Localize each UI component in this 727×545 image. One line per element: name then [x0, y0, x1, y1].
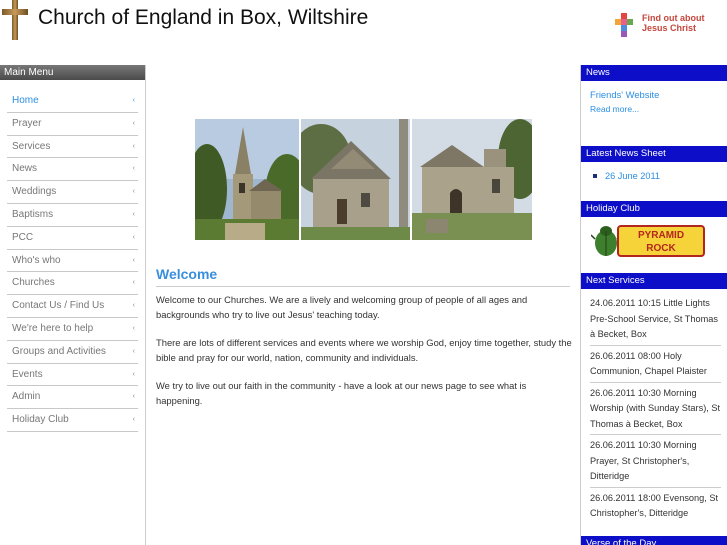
- arrow-left-icon: ‹: [132, 233, 135, 241]
- find-out-about-jesus-link[interactable]: Find out about Jesus Christ: [612, 13, 704, 37]
- menu-item-prayer[interactable]: Prayer ‹: [7, 113, 138, 136]
- menu-item-churches[interactable]: Churches ‹: [7, 272, 138, 296]
- latest-news-item[interactable]: 26 June 2011: [581, 171, 727, 181]
- welcome-paragraph-1: Welcome to our Churches. We are a lively…: [156, 294, 528, 320]
- colorful-cross-icon: [615, 13, 633, 37]
- arrow-left-icon: ‹: [132, 210, 135, 218]
- welcome-heading: Welcome: [156, 266, 218, 282]
- wooden-cross-logo-icon: [2, 0, 28, 40]
- arrow-left-icon: ‹: [132, 119, 135, 127]
- menu-item-here-to-help[interactable]: We're here to help ‹: [7, 318, 138, 341]
- menu-item-services[interactable]: Services ‹: [7, 136, 138, 159]
- arrow-left-icon: ‹: [132, 347, 135, 355]
- arrow-left-icon: ‹: [132, 324, 135, 332]
- right-sidebar: News Friends' Website Read more... Lates…: [580, 65, 727, 545]
- main-content: Welcome Welcome to our Churches. We are …: [147, 65, 580, 545]
- arrow-left-icon: ‹: [132, 97, 135, 104]
- find-out-line1: Find out about: [642, 13, 705, 23]
- page-header: Church of England in Box, Wiltshire Find…: [0, 0, 727, 64]
- find-out-line2: Jesus Christ: [642, 23, 697, 33]
- main-menu-panel: Main Menu Home ‹ Prayer ‹ Services ‹ News ‹ …: [0, 65, 146, 545]
- rock-text: ROCK: [646, 243, 676, 254]
- stone-chapel-photo: [301, 119, 410, 240]
- friends-website-link[interactable]: Friends' Website: [581, 89, 727, 100]
- next-services-title: Next Services: [581, 273, 727, 289]
- church-spire-photo: [195, 119, 299, 240]
- menu-item-home[interactable]: Home ‹: [7, 90, 138, 113]
- arrow-left-icon: ‹: [132, 142, 135, 150]
- service-item: 26.06.2011 10:30 Morning Prayer, St Chri…: [590, 438, 721, 488]
- verse-of-the-day-title: Verse of the Day: [581, 536, 727, 545]
- menu-item-contact-us[interactable]: Contact Us / Find Us ‹: [7, 295, 138, 318]
- welcome-paragraph-2: There are lots of different services and…: [156, 337, 572, 363]
- menu-item-admin[interactable]: Admin ‹: [7, 386, 138, 410]
- arrow-left-icon: ‹: [132, 256, 135, 264]
- arrow-left-icon: ‹: [132, 370, 135, 378]
- arrow-left-icon: ‹: [132, 279, 135, 287]
- menu-item-events[interactable]: Events ‹: [7, 364, 138, 387]
- site-title: Church of England in Box, Wiltshire: [38, 6, 369, 29]
- menu-item-baptisms[interactable]: Baptisms ‹: [7, 204, 138, 227]
- next-services-list: 24.06.2011 10:15 Little Lights Pre-Schoo…: [581, 289, 727, 524]
- church-photos: [195, 119, 532, 240]
- service-item: 26.06.2011 18:00 Evensong, St Christophe…: [590, 492, 719, 519]
- holiday-club-title: Holiday Club: [581, 201, 727, 217]
- pyramid-text: PYRAMID: [637, 230, 685, 241]
- stone-church-photo: [412, 119, 532, 240]
- arrow-left-icon: ‹: [132, 393, 135, 401]
- service-item: 24.06.2011 10:15 Little Lights Pre-Schoo…: [590, 296, 721, 346]
- menu-item-holiday-club[interactable]: Holiday Club ‹: [7, 409, 138, 432]
- arrow-left-icon: ‹: [132, 188, 135, 196]
- main-menu-title: Main Menu: [0, 65, 145, 80]
- read-more-link[interactable]: Read more...: [581, 104, 727, 114]
- arrow-left-icon: ‹: [132, 416, 135, 424]
- main-menu: Home ‹ Prayer ‹ Services ‹ News ‹ Weddings ‹ …: [7, 90, 138, 432]
- pyramid-rock-logo[interactable]: PYRAMID ROCK: [581, 223, 727, 263]
- service-item: 26.06.2011 10:30 Morning Worship (with S…: [590, 386, 721, 435]
- menu-item-weddings[interactable]: Weddings ‹: [7, 181, 138, 204]
- service-item: 26.06.2011 08:00 Holy Communion, Chapel …: [590, 349, 721, 383]
- welcome-paragraph-3: We try to live out our faith in the comm…: [156, 380, 527, 406]
- menu-item-news[interactable]: News ‹: [7, 158, 138, 182]
- bullet-icon: [593, 174, 597, 178]
- latest-news-sheet-title: Latest News Sheet: [581, 146, 727, 162]
- menu-item-whos-who[interactable]: Who's who ‹: [7, 250, 138, 273]
- menu-item-groups-activities[interactable]: Groups and Activities ‹: [7, 341, 138, 364]
- divider: [156, 286, 570, 287]
- news-box-title: News: [581, 65, 727, 81]
- arrow-left-icon: ‹: [132, 165, 135, 173]
- menu-item-pcc[interactable]: PCC ‹: [7, 227, 138, 250]
- arrow-left-icon: ‹: [132, 302, 135, 310]
